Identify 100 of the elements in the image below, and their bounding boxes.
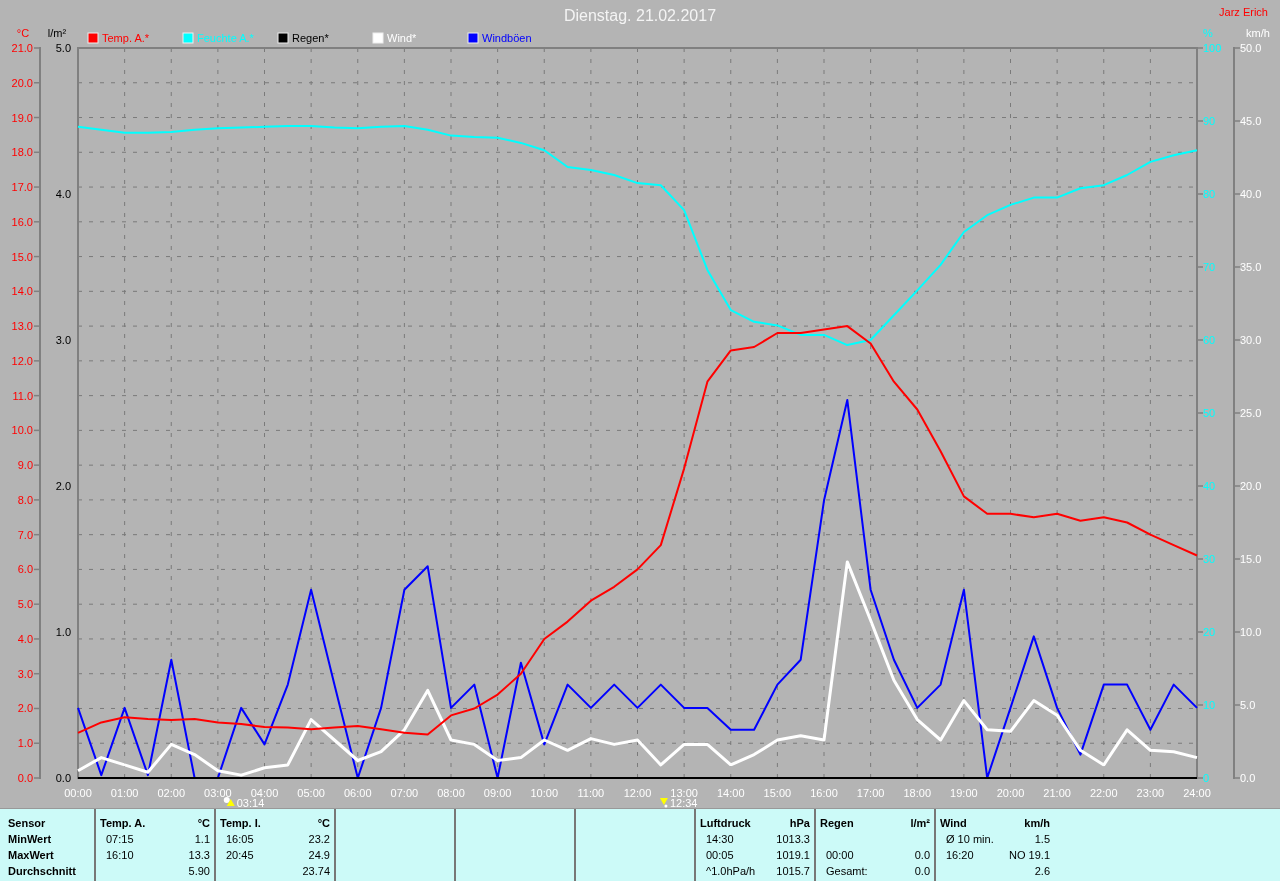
stat-time: 20:45: [225, 849, 254, 861]
axis-tick-label: 11.0: [12, 389, 33, 402]
time-tick-label: 24:00: [1183, 787, 1211, 799]
time-tick-label: 22:00: [1090, 787, 1118, 799]
axis-tick-label: 90: [1203, 115, 1216, 127]
panel-unit: l/m²: [910, 817, 930, 829]
axis-tick-label: 12.0: [11, 354, 33, 367]
time-tick-label: 06:00: [344, 787, 372, 799]
panel-title: Regen: [820, 817, 854, 829]
axis-tick-label: 16.0: [11, 215, 33, 228]
time-tick-label: 11:00: [577, 787, 605, 799]
axis-tick-label: 21.0: [11, 42, 33, 54]
panel-title: Temp. I.: [220, 817, 261, 829]
stat-time: 16:10: [105, 849, 134, 861]
axis-tick-label: 20: [1203, 626, 1216, 638]
axis-tick-label: 30.0: [1240, 334, 1262, 346]
time-tick-label: 09:00: [483, 787, 512, 799]
stat-time: 16:20: [945, 849, 974, 861]
axis-unit: l/m²: [47, 27, 67, 39]
stat-value: 5.90: [188, 865, 210, 877]
time-tick-label: 18:00: [903, 787, 931, 799]
chart-title: Dienstag. 21.02.2017: [563, 7, 717, 24]
marker-time: 03:14: [236, 797, 265, 808]
stat-value: 1.1: [194, 833, 210, 845]
axis-tick-label: 5.0: [1240, 699, 1256, 711]
stat-time: 16:05: [225, 833, 254, 845]
stat-value: 1.5: [1034, 833, 1050, 845]
axis-tick-label: 3.0: [55, 334, 71, 346]
axis-tick-label: 17.0: [11, 181, 33, 194]
time-tick-label: 04:00: [250, 787, 279, 799]
marker-time: 12:34: [669, 797, 698, 808]
axis-tick-label: 20.0: [1240, 480, 1262, 492]
axis-tick-label: 18.0: [11, 146, 33, 159]
time-tick-label: 01:00: [110, 787, 139, 799]
axis-tick-label: 1.0: [55, 626, 71, 638]
time-tick-label: 14:00: [717, 787, 745, 799]
down-arrow-icon: [659, 798, 668, 808]
panel-unit: km/h: [1024, 817, 1050, 829]
row-label: MaxWert: [8, 849, 54, 861]
panel-title: Luftdruck: [700, 817, 751, 829]
time-tick-label: 17:00: [856, 787, 885, 799]
time-tick-label: 07:00: [390, 787, 419, 799]
row-label: Durchschnitt: [8, 865, 76, 877]
row-label: MinWert: [8, 833, 52, 845]
stat-value: 0.0: [914, 865, 930, 877]
stat-value: 1015.7: [776, 865, 810, 877]
axis-tick-label: 13.0: [11, 320, 33, 333]
axis-tick-label: 0.0: [17, 772, 33, 784]
stat-value: 1019.1: [776, 849, 810, 861]
axis-tick-label: 10.0: [1240, 626, 1262, 638]
row-label: Sensor: [8, 817, 46, 829]
axis-tick-label: 100: [1203, 42, 1222, 54]
up-arrow-icon: [223, 797, 235, 806]
axis-tick-label: 6.0: [17, 563, 33, 576]
axis-tick-label: 2.0: [17, 702, 33, 715]
axis-tick-label: 1.0: [17, 737, 33, 750]
author-name: Jarz Erich: [1219, 6, 1268, 18]
panel-unit: hPa: [789, 817, 810, 829]
axis-unit: km/h: [1246, 27, 1270, 39]
legend-label: Regen*: [292, 32, 329, 44]
axis-tick-label: 30: [1203, 553, 1216, 565]
axis-tick-label: 5.0: [55, 42, 71, 54]
time-tick-label: 02:00: [157, 787, 185, 799]
axis-tick-label: 14.0: [11, 285, 33, 298]
axis-unit: %: [1203, 27, 1213, 39]
time-tick-label: 00:00: [64, 787, 92, 799]
axis-tick-label: 4.0: [55, 188, 71, 200]
time-tick-label: 21:00: [1043, 787, 1071, 799]
axis-tick-label: 50: [1203, 407, 1216, 419]
axis-tick-label: 10.0: [11, 424, 33, 437]
stat-time: Ø 10 min.: [945, 833, 994, 845]
legend-label: Windböen: [482, 32, 532, 44]
axis-tick-label: 50.0: [1240, 42, 1262, 54]
axis-tick-label: 3.0: [17, 667, 33, 680]
axis-tick-label: 10: [1203, 699, 1216, 711]
panel-title: Wind: [940, 817, 967, 829]
axis-tick-label: 7.0: [17, 528, 33, 541]
time-tick-label: 08:00: [437, 787, 465, 799]
axis-tick-label: 40: [1203, 480, 1216, 492]
stat-value: 24.9: [308, 849, 330, 861]
axis-tick-label: 0.0: [1240, 772, 1256, 784]
panel-title: Temp. A.: [100, 817, 146, 829]
axis-tick-label: 70: [1203, 261, 1216, 273]
stat-value: 23.2: [308, 833, 330, 845]
stat-time: 00:05: [705, 849, 734, 861]
axis-tick-label: 45.0: [1240, 115, 1262, 127]
stat-value: 0.0: [914, 849, 930, 861]
stat-time: 00:00: [825, 849, 854, 861]
stat-value: 2.6: [1034, 865, 1050, 877]
time-tick-label: 23:00: [1136, 787, 1165, 799]
stat-time: 07:15: [105, 833, 134, 845]
legend-label: Temp. A.*: [102, 32, 150, 44]
axis-tick-label: 19.0: [11, 111, 33, 124]
axis-unit: °C: [16, 27, 30, 39]
axis-tick-label: 0.0: [55, 772, 71, 784]
stat-value: 13.3: [188, 849, 210, 861]
legend-label: Wind*: [387, 32, 417, 44]
axis-tick-label: 0: [1203, 772, 1210, 784]
stat-value: NO 19.1: [1009, 849, 1050, 861]
time-tick-label: 19:00: [950, 787, 978, 799]
